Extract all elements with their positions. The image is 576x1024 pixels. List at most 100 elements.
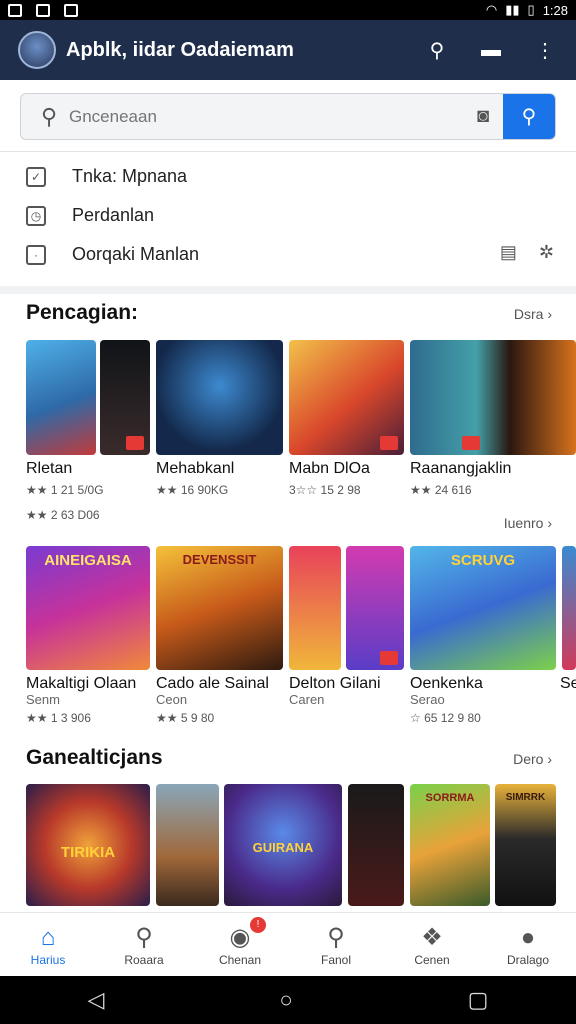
game-name[interactable]: Cado ale Sainal [156,675,269,693]
game-tile[interactable]: AINEIGAISA [26,546,150,670]
explore-icon: ⚲ [327,923,345,951]
quick-item[interactable]: · Oorqaki Manlan [26,244,199,265]
game-subtitle: Ceon [156,692,188,707]
tile-art-text: SCRUVG [450,552,516,569]
tile-art-text: GUIRANA [252,840,314,855]
rating-badge-icon [126,436,144,450]
section-title: Pencagian: [26,301,139,324]
game-tile[interactable] [289,546,341,670]
home-icon: ⌂ [40,923,56,951]
search-button[interactable]: ⚲ [503,94,555,139]
tile-art-text: DEVENSSIT [182,552,257,567]
quick-item[interactable]: ✓ Tnka: Mpnana [26,166,187,187]
battery-icon: ▯ [527,2,535,17]
apps-icon: ❖ [421,923,443,951]
recents-icon[interactable]: ▢ [468,987,489,1013]
game-tile[interactable]: SCRUVG [410,546,556,670]
game-tile[interactable] [562,546,576,670]
camera-icon[interactable]: ◙ [463,105,503,128]
search-area: ⚲ ◙ ⚲ [0,80,576,152]
clock: 1:28 [542,2,568,18]
nav-item-apps[interactable]: ❖ Cenen [384,913,480,976]
game-name[interactable]: Rletan [26,460,72,478]
profile-icon: ● [520,923,536,951]
notification-icon [8,3,22,17]
bottom-navigation: ⌂ Harius ⚲ Roaara ◉ ! Chenan ⚲ Fanol ❖ C… [0,912,576,976]
nav-item-profile[interactable]: ● Dralago [480,913,576,976]
nav-label: Chenan [218,952,262,967]
tile-art-text: AINEIGAISA [44,552,132,569]
more-icon[interactable]: ⋮ [532,38,558,63]
game-name[interactable]: Makaltigi Olaan [26,675,136,693]
game-tile[interactable]: SIMRRK [495,784,556,906]
game-rating: ★★ 5 9 80 [156,711,215,725]
section-more-link[interactable]: Dero › [513,751,552,767]
game-tile[interactable]: SORRMA [410,784,490,906]
game-tile[interactable]: DEVENSSIT [156,546,283,670]
tile-art-text: SORRMA [425,792,475,804]
avatar[interactable] [18,31,56,69]
section-title: Ganealticjans [26,746,163,769]
game-tile[interactable]: GUIRANA [224,784,342,906]
row-more-link[interactable]: Iuenro › [504,515,552,531]
game-name[interactable]: Oenkenka [410,675,483,693]
game-name[interactable]: Mabn DlOa [289,460,370,478]
nav-item-home[interactable]: ⌂ Harius [0,913,96,976]
game-tile[interactable]: TIRIKIA [26,784,150,906]
game-name[interactable]: Raanangjaklin [410,460,511,478]
game-tile[interactable] [289,340,404,455]
chat-icon: ◉ [229,923,251,951]
app-title: Apblk, iidar Oadaiemam [66,38,294,61]
game-rating: ★★ 24 616 [410,483,472,497]
notification-badge: ! [250,917,266,933]
status-bar: ◠ ▮▮ ▯ 1:28 [0,0,576,20]
game-tile[interactable] [410,340,576,455]
game-tile[interactable] [346,546,404,670]
system-navigation-bar: ◁ ○ ▢ [0,976,576,1024]
game-subtitle: Senm [26,692,60,707]
game-tile[interactable] [26,340,96,455]
tile-art-text: SIMRRK [505,792,546,803]
key-icon[interactable]: ⚲ [424,38,450,63]
nav-label: Fanol [320,952,352,967]
search-icon: ⚲ [40,103,58,129]
game-name[interactable]: Se [560,675,576,693]
clock-icon: ◷ [26,205,46,226]
quick-item-label: Oorqaki Manlan [72,244,200,264]
game-name[interactable]: Mehabkanl [156,460,234,478]
game-tile[interactable] [156,340,283,455]
signal-icon: ▮▮ [505,2,520,17]
nav-label: Harius [30,952,66,967]
app-screen: ◠ ▮▮ ▯ 1:28 Apblk, iidar Oadaiemam ⚲ ▬ ⋮… [0,0,576,1024]
rating-badge-icon [380,436,398,450]
game-subtitle: Caren [289,692,325,707]
search-icon: ⚲ [135,923,153,951]
nav-item-search[interactable]: ⚲ Roaara [96,913,192,976]
wifi-icon: ◠ [485,2,498,17]
card-icon[interactable]: ▬ [478,39,504,62]
game-tile[interactable] [156,784,219,906]
section-more-link[interactable]: Dsra › [514,306,552,322]
quick-item[interactable]: ◷ Perdanlan [26,205,154,226]
game-tile[interactable] [348,784,404,906]
quick-item-label: Perdanlan [72,205,155,225]
home-circle-icon[interactable]: ○ [279,987,292,1013]
game-rating: ★★ 1 3 906 [26,711,91,725]
search-input[interactable] [69,106,463,127]
quick-links: ✓ Tnka: Mpnana ◷ Perdanlan · Oorqaki Man… [0,152,576,286]
gallery-icon [36,3,50,17]
nav-item-explore[interactable]: ⚲ Fanol [288,913,384,976]
sparkle-icon[interactable]: ✲ [539,242,554,263]
game-rating: ★★ 1 21 5/0G [26,483,104,497]
rating-badge-icon [462,436,480,450]
tile-art-text: TIRIKIA [60,844,116,861]
clipboard-icon[interactable]: ▤ [500,242,517,263]
game-tile[interactable] [100,340,150,455]
game-name[interactable]: Delton Gilani [289,675,381,693]
game-rating: ★★ 2 63 D06 [26,508,100,522]
back-icon[interactable]: ◁ [87,987,104,1013]
nav-item-chat[interactable]: ◉ ! Chenan [192,913,288,976]
game-rating: 3☆☆ 15 2 98 [289,483,361,497]
game-rating: ☆ 65 12 9 80 [410,711,481,725]
game-rating: ★★ 16 90KG [156,483,229,497]
